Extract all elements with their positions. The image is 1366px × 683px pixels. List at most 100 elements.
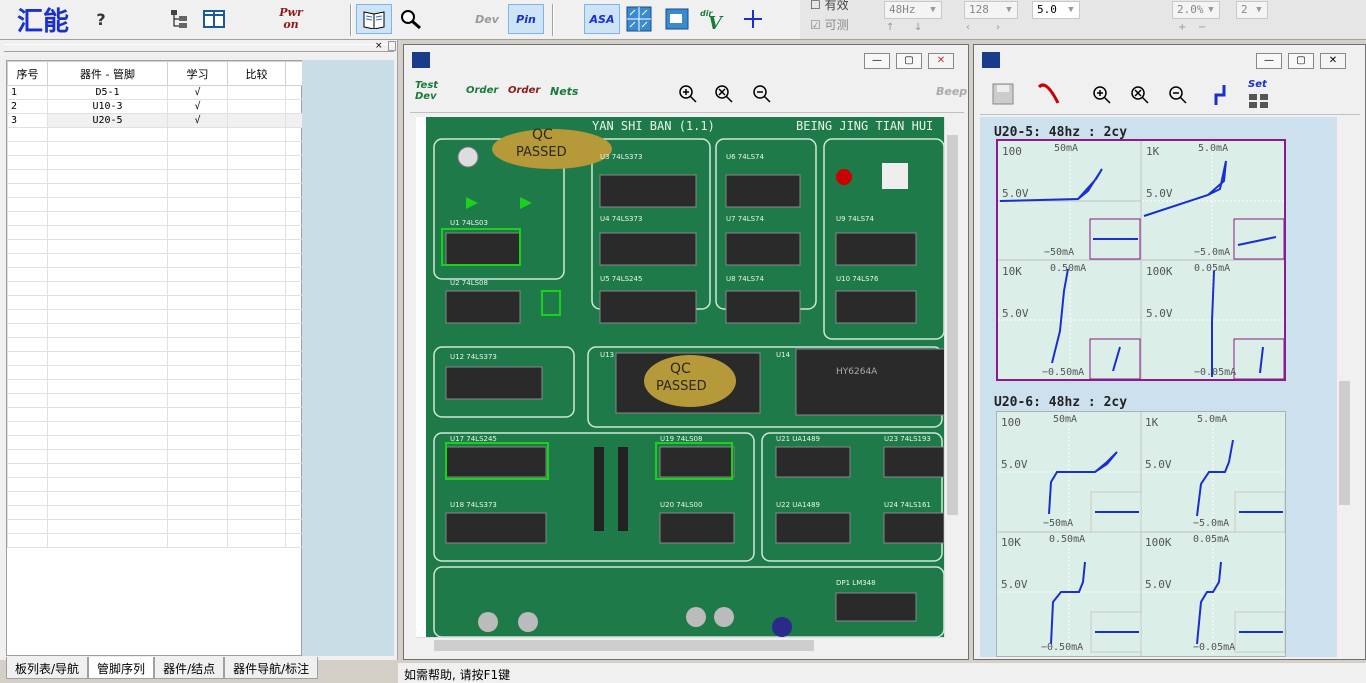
monitor-icon[interactable] [662,4,692,34]
panel-grip[interactable] [4,44,394,52]
current-label: 5.0mA [1198,143,1229,154]
minimize-button[interactable]: — [1256,53,1282,69]
row-learn: √ [167,85,228,100]
board-hscroll[interactable] [416,637,944,653]
plus-icon[interactable]: + [1178,22,1186,33]
board-vscroll[interactable] [944,117,960,637]
scroll-thumb[interactable] [947,135,958,515]
chip-label: DP1 LM348 [836,579,876,587]
waveform-vscroll[interactable] [1336,117,1352,657]
tab-device-nav[interactable]: 器件导航/标注 [224,657,319,679]
row-no: 3 [7,113,48,128]
valid-checkbox[interactable]: ☐ 有效 [810,0,849,13]
up-arrow-icon[interactable]: ↑ [886,22,894,33]
table-row[interactable]: 1 D5-1 √ [7,85,303,100]
tab-board-list[interactable]: 板列表/导航 [6,657,89,679]
layout-icon[interactable] [200,4,228,34]
zoom-out-icon[interactable] [752,84,772,107]
chip-label: U17 74LS245 [450,435,497,443]
table-row[interactable]: 2 U10-3 √ [7,99,303,114]
maximize-button[interactable]: ▢ [1288,53,1314,69]
beep-button[interactable]: Beep [936,85,967,98]
resistance-label: 100 [1002,145,1022,158]
freq-select[interactable]: 48Hz ▼ [884,1,942,19]
voltage-label: 5.0V [1146,187,1173,200]
volt-select[interactable]: 5.0 ▼ [1032,1,1080,19]
testable-checkbox[interactable]: ☑ 可测 [810,16,849,33]
chip-label: U10 74LS76 [836,275,879,283]
chip-label: U18 74LS373 [450,501,497,509]
help-button[interactable]: ? [90,4,112,34]
zoom-fit-icon[interactable] [714,84,734,107]
zoom-out-icon[interactable] [1168,85,1188,108]
dir-v-button[interactable]: dir V [700,4,730,34]
dock-icon[interactable] [388,41,396,51]
close-icon[interactable]: × [375,41,383,51]
board-window: — ▢ ✕ Test Dev Order Order Nets Beep YAN… [403,44,969,660]
minus-icon[interactable]: − [1198,22,1206,33]
maximize-button[interactable]: ▢ [896,53,922,69]
down-arrow-icon[interactable]: ↓ [914,22,922,33]
close-button[interactable]: ✕ [928,53,954,69]
status-bar: 如需帮助, 请按F1键 [398,663,1366,683]
step-icon[interactable] [1210,83,1230,110]
order-button[interactable]: Order [466,85,498,96]
oscilloscope-panel[interactable]: 100 50mA 5.0V −50mA 1K 5.0mA 5.0V −5.0mA… [996,411,1286,657]
params-panel: ☐ 有效 ☑ 可测 48Hz ▼ 128 ▼ 5.0 ▼ 2.0% ▼ 2 ▼ ↑ ↓ ‹… [800,0,1366,40]
qc-passed-label-2: PASSED [656,379,707,394]
col-no[interactable]: 序号 [7,61,48,86]
board-title-2: BEING JING TIAN HUI [796,119,934,133]
qc-passed-label: PASSED [516,145,567,160]
pin-button[interactable]: Pin [508,4,544,34]
voltage-label: 5.0V [1002,307,1029,320]
test-dev-button[interactable]: Test Dev [412,77,458,111]
board-view[interactable]: YAN SHI BAN (1.1) BEING JING TIAN HUI QC… [416,117,944,637]
crosshair-icon[interactable] [738,4,768,34]
resistance-label: 1K [1146,145,1160,158]
close-button[interactable]: ✕ [1320,53,1346,69]
zoom-in-icon[interactable] [678,84,698,107]
current-label: 0.05mA [1193,534,1230,545]
col-device[interactable]: 器件 - 管脚 [47,61,168,86]
main-toolbar: 汇能 ? Pwr on Dev Pin ASA dir V [0,0,800,40]
zoom-in-icon[interactable] [1092,85,1112,108]
grid-icon[interactable] [624,4,654,34]
row-learn: √ [167,99,228,114]
nets-button[interactable]: Nets [550,85,578,98]
chip-label: U1 74LS03 [450,219,488,227]
set-button[interactable]: Set [1248,79,1267,90]
right-arrow-icon[interactable]: › [996,22,1000,33]
left-arrow-icon[interactable]: ‹ [966,22,970,33]
col-learn[interactable]: 学习 [167,61,228,86]
points-select[interactable]: 128 ▼ [964,1,1018,19]
tab-pin-sequence[interactable]: 管脚序列 [88,657,155,679]
table-row[interactable]: 3 U20-5 √ [7,113,303,128]
count-select[interactable]: 2 ▼ [1236,1,1268,19]
order-net-button[interactable]: Order [508,85,540,96]
count-value: 2 [1241,3,1248,16]
minimize-button[interactable]: — [864,53,890,69]
tab-device-node[interactable]: 器件/结点 [154,657,225,679]
voltage-label: 5.0V [1146,307,1173,320]
resistance-label: 100K [1146,265,1173,278]
power-on-button[interactable]: Pwr on [272,4,310,34]
dev-button[interactable]: Dev [468,4,506,34]
scroll-thumb[interactable] [1339,381,1350,505]
qc-label: QC [532,127,553,143]
waveform-titlebar[interactable]: — ▢ ✕ [974,45,1365,75]
oscilloscope-panel[interactable]: 100 50mA 5.0V −50mA 1K 5.0mA 5.0V −5.0mA… [996,139,1286,381]
set-icon[interactable] [1248,93,1274,112]
save-icon[interactable] [992,83,1014,108]
probe-icon[interactable] [1036,81,1062,110]
board-titlebar[interactable]: — ▢ ✕ [404,45,968,75]
scroll-thumb[interactable] [434,640,814,651]
asa-button[interactable]: ASA [584,4,620,34]
tree-icon[interactable] [165,4,193,34]
current-label: 5.0mA [1197,414,1228,425]
search-person-icon[interactable] [396,4,426,34]
book-icon[interactable] [356,4,392,34]
chip-label: U3 74LS373 [600,153,643,161]
pct-select[interactable]: 2.0% ▼ [1172,1,1220,19]
col-compare[interactable]: 比较 [227,61,286,86]
zoom-fit-icon[interactable] [1130,85,1150,108]
